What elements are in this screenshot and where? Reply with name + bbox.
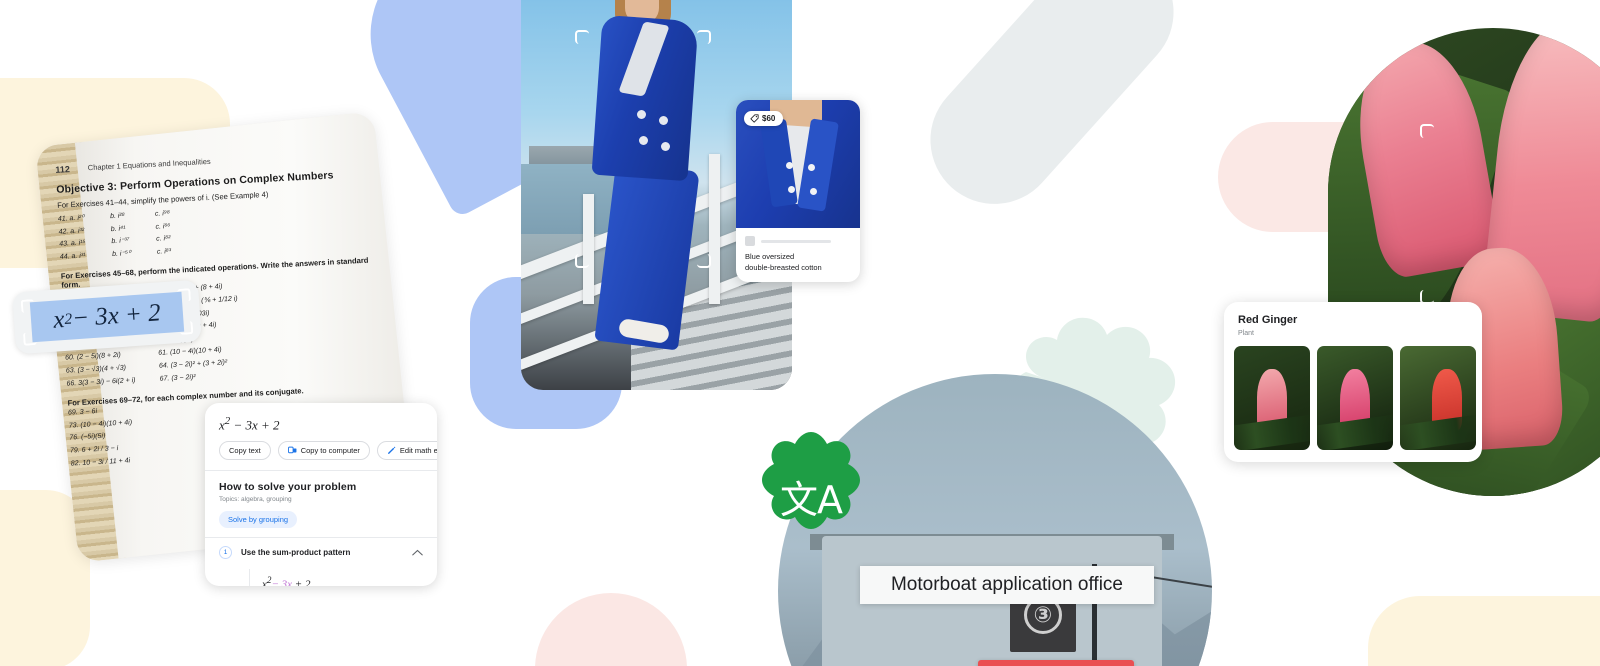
- lens-corner-top-left-icon: [575, 30, 589, 44]
- edit-math-equation-label: Edit math equation: [399, 446, 437, 456]
- product-button: [808, 164, 815, 171]
- product-title-line-1: Blue oversized: [745, 252, 795, 261]
- plant-thumbnail[interactable]: [1317, 346, 1393, 450]
- selection-corner-bottom-right-icon: [179, 321, 194, 335]
- product-button: [788, 186, 795, 193]
- exercise-item: c. i⁹⁸: [154, 209, 171, 218]
- textbook-column-b: b. i²⁸ b. i⁴¹ b. i⁻³⁷ b. i⁻⁵⁰: [110, 210, 131, 261]
- translate-icon: 文A: [780, 477, 843, 522]
- math-result-card: x2 − 3x + 2 Copy text Copy to computer E…: [205, 403, 437, 586]
- decor-cream-shape-bottom-right: [1368, 596, 1600, 666]
- equation-selection-box[interactable]: x2 − 3x + 2: [12, 279, 202, 355]
- math-card-heading: How to solve your problem: [219, 481, 357, 494]
- thumbnail-leaves: [1317, 413, 1393, 450]
- product-meta-row: [745, 236, 831, 246]
- photo-model: [579, 0, 707, 370]
- exercise-item: b. i⁻³⁷: [111, 237, 130, 246]
- exercise-item: 44. a. i³¹: [59, 252, 86, 261]
- product-card[interactable]: $60 Blue oversized double-breasted cotto…: [736, 100, 860, 282]
- work-highlight: − 3x: [271, 578, 293, 586]
- math-step-work: x2− 3x + 2: [249, 569, 423, 586]
- photo-railing-post: [709, 154, 720, 304]
- copy-to-computer-label: Copy to computer: [300, 446, 360, 456]
- selected-equation: x2 − 3x + 2: [29, 291, 185, 343]
- chevron-up-icon[interactable]: [412, 548, 423, 558]
- thumbnail-leaves: [1400, 413, 1476, 450]
- product-button: [810, 188, 817, 195]
- math-card-body: How to solve your problem Topics: algebr…: [205, 471, 437, 586]
- decor-pink-circle-bottom: [535, 593, 687, 666]
- math-card-actions: Copy text Copy to computer Edit math equ…: [205, 441, 437, 470]
- product-button: [786, 162, 793, 169]
- exercise-item: c. i⁶⁶: [155, 222, 171, 231]
- collage-stage: 112 Chapter 1 Equations and Inequalities…: [0, 0, 1600, 666]
- translate-badge[interactable]: 文A: [745, 430, 877, 562]
- math-card-topics: Topics: algebra, grouping: [219, 496, 292, 504]
- product-title: Blue oversized double-breasted cotton: [745, 252, 852, 274]
- blazer-button: [639, 136, 648, 145]
- blazer-button: [637, 110, 646, 119]
- product-title-line-2: double-breasted cotton: [745, 262, 822, 272]
- translated-sign-white: Motorboat application office: [860, 566, 1154, 604]
- lens-corner-bottom-right-icon: [697, 254, 711, 268]
- thumbnail-leaves: [1234, 413, 1310, 450]
- lens-corner-top-right-icon: [697, 30, 711, 44]
- math-step-label: Use the sum-product pattern: [241, 548, 351, 558]
- exercise-item: 41. a. i²⁰: [57, 214, 85, 223]
- blazer-button: [661, 142, 670, 151]
- lens-corner-bottom-left-icon: [575, 254, 589, 268]
- lens-corner-top-left-icon: [1420, 124, 1434, 138]
- math-card-equation: x2 − 3x + 2: [205, 403, 437, 441]
- plant-card-subtitle: Plant: [1238, 330, 1254, 337]
- copy-text-label: Copy text: [229, 446, 261, 456]
- textbook-column-a: 41. a. i²⁰ 42. a. i³² 43. a. i¹⁵ 44. a. …: [58, 212, 87, 264]
- copy-text-button[interactable]: Copy text: [219, 441, 271, 461]
- math-step-row[interactable]: 1 Use the sum-product pattern: [219, 538, 423, 560]
- copy-to-computer-button[interactable]: Copy to computer: [277, 441, 370, 461]
- price-tag-label: $60: [762, 114, 776, 123]
- eq-rest: − 3x + 2: [71, 299, 162, 333]
- math-step-number: 1: [219, 546, 232, 560]
- product-placeholder-bar: [761, 239, 831, 243]
- selection-corner-bottom-left-icon: [22, 331, 37, 346]
- copy-to-computer-icon: [287, 447, 297, 454]
- plant-thumbnail[interactable]: [1234, 346, 1310, 450]
- work-tail: + 2: [292, 578, 311, 586]
- solve-method-chip[interactable]: Solve by grouping: [219, 511, 298, 529]
- eq-rest: − 3x + 2: [230, 417, 280, 433]
- textbook-page-number: 112: [55, 164, 71, 175]
- plant-thumbnail[interactable]: [1400, 346, 1476, 450]
- plant-card-thumbnails: [1234, 346, 1476, 450]
- exercise-item: c. i⁸³: [156, 247, 172, 256]
- product-color-swatch: [745, 236, 755, 246]
- exercise-item: b. i⁴¹: [110, 224, 126, 233]
- blazer-button: [659, 116, 668, 125]
- decor-gray-pill-shape: [904, 0, 1200, 231]
- plant-card-title: Red Ginger: [1238, 314, 1298, 326]
- price-tag-badge: $60: [744, 111, 784, 126]
- exercise-item: b. i²⁸: [109, 212, 126, 221]
- exercise-item: c. i⁸²: [156, 235, 171, 243]
- selection-corner-top-left-icon: [20, 299, 35, 313]
- plant-info-card[interactable]: Red Ginger Plant: [1224, 302, 1482, 462]
- tag-icon: [750, 114, 759, 123]
- edit-math-equation-button[interactable]: Edit math equation: [376, 441, 437, 461]
- selection-corner-top-right-icon: [177, 288, 192, 303]
- pencil-icon: [388, 446, 396, 455]
- translated-sign-red: Swan rowboat: [978, 660, 1134, 666]
- textbook-column-c: c. i⁹⁸ c. i⁶⁶ c. i⁸² c. i⁸³: [155, 208, 173, 259]
- exercise-item: 43. a. i¹⁵: [59, 239, 86, 248]
- exercise-item: b. i⁻⁵⁰: [111, 249, 132, 258]
